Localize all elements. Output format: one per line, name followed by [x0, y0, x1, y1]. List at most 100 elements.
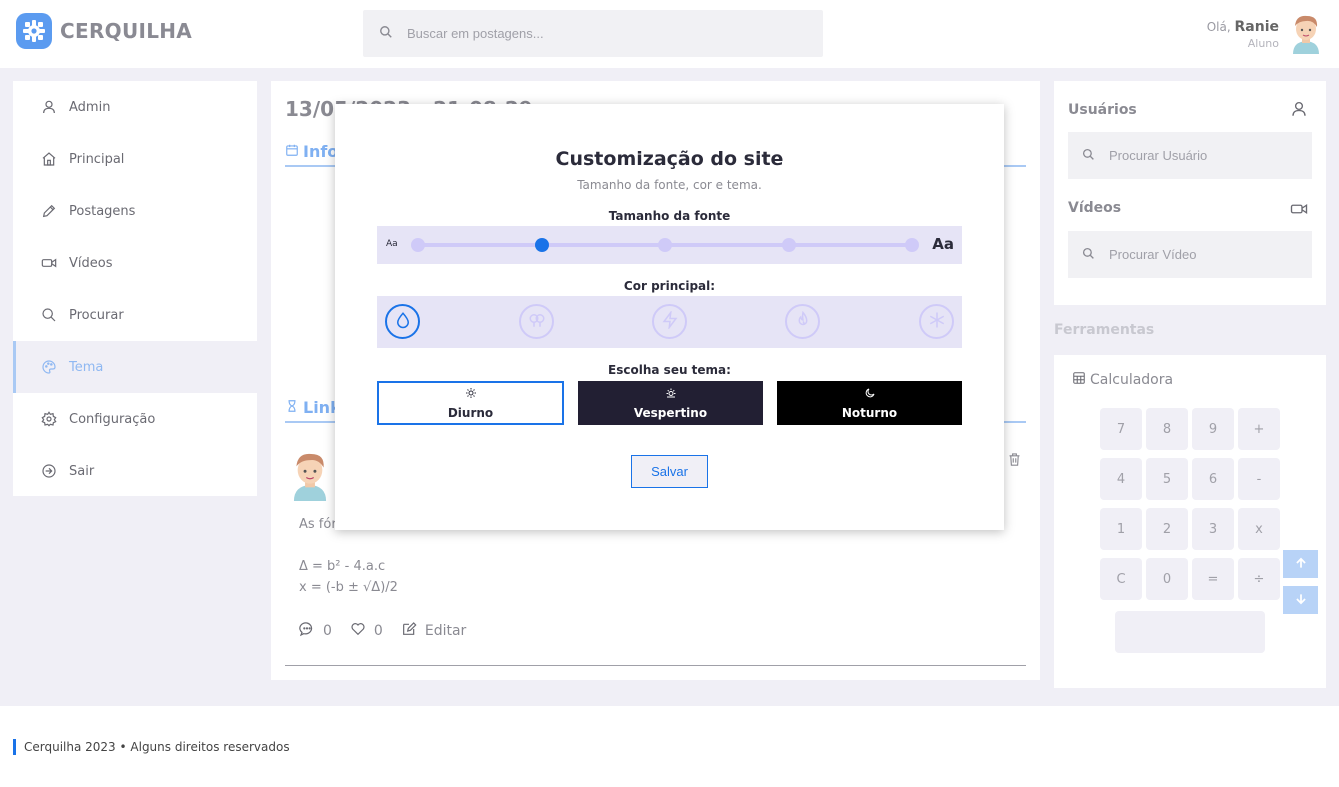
fire-icon [794, 310, 812, 333]
post-search-input[interactable] [407, 26, 787, 41]
calculator-key[interactable]: 4 [1100, 458, 1142, 500]
font-size-big-label: Aa [932, 235, 954, 253]
moon-icon [864, 387, 876, 402]
footer-text: Cerquilha 2023 • Alguns direitos reserva… [24, 740, 290, 754]
hourglass-icon [285, 398, 299, 417]
theme-label: Escolha seu tema: [608, 363, 731, 377]
like-button[interactable]: 0 [350, 621, 383, 641]
font-size-step[interactable] [658, 238, 672, 252]
brand-name: CERQUILHA [60, 19, 193, 43]
users-title: Usuários [1068, 102, 1137, 118]
video-search-input[interactable] [1109, 247, 1299, 262]
edit-post-button[interactable]: Editar [401, 621, 466, 641]
video-icon [41, 255, 57, 271]
scroll-down-button[interactable] [1283, 586, 1318, 614]
font-size-slider[interactable]: Aa Aa [377, 226, 962, 264]
sidebar-item-label: Sair [69, 463, 95, 479]
calculator-key[interactable]: - [1238, 458, 1280, 500]
sidebar-item-sair[interactable]: Sair [13, 445, 257, 497]
calculator-key[interactable]: 5 [1146, 458, 1188, 500]
calculator-key[interactable]: + [1238, 408, 1280, 450]
gear-icon [41, 411, 57, 427]
font-size-label: Tamanho da fonte [608, 209, 731, 223]
theme-diurno-button[interactable]: Diurno [377, 381, 564, 425]
tools-title: Ferramentas [1054, 322, 1155, 338]
color-option-tree[interactable] [519, 304, 554, 339]
greeting-text: Olá, [1206, 20, 1231, 35]
search-icon [379, 24, 393, 43]
calculator-key[interactable]: 0 [1146, 558, 1188, 600]
color-option-fire[interactable] [785, 304, 820, 339]
delete-post-button[interactable] [1007, 452, 1022, 471]
post-divider [285, 665, 1026, 666]
sun-icon [465, 387, 477, 402]
user-search-input[interactable] [1109, 148, 1299, 163]
calendar-icon [285, 142, 299, 161]
palette-icon [41, 359, 57, 375]
footer: Cerquilha 2023 • Alguns direitos reserva… [13, 739, 290, 755]
avatar[interactable] [289, 449, 331, 505]
brand-logo[interactable]: CERQUILHA [16, 13, 192, 49]
right-panel-search: Usuários Vídeos [1054, 81, 1326, 305]
font-size-step[interactable] [905, 238, 919, 252]
calculator-key[interactable]: x [1238, 508, 1280, 550]
sidebar-item-principal[interactable]: Principal [13, 133, 257, 185]
user-role: Aluno [1247, 37, 1279, 51]
modal-title: Customização do site [555, 148, 784, 170]
theme-diurno-label: Diurno [447, 405, 494, 420]
calculator-display[interactable] [1115, 611, 1265, 653]
modal-subtitle: Tamanho da fonte, cor e tema. [577, 178, 762, 192]
sidebar-item-admin[interactable]: Admin [13, 81, 257, 133]
sidebar-item-label: Tema [69, 359, 104, 375]
likes-count: 0 [373, 623, 383, 639]
calculator-header: Calculadora [1072, 371, 1173, 389]
videos-title: Vídeos [1068, 200, 1122, 216]
avatar[interactable] [1289, 12, 1323, 58]
sidebar-item-configuracao[interactable]: Configuração [13, 393, 257, 445]
font-size-step[interactable] [781, 238, 796, 252]
post-line [299, 535, 465, 556]
color-option-water[interactable] [385, 304, 420, 339]
lightning-icon [661, 309, 679, 333]
gear-logo-icon [16, 13, 52, 49]
theme-vespertino-button[interactable]: Vespertino [578, 381, 763, 425]
pencil-icon [41, 203, 57, 219]
font-size-step[interactable] [534, 238, 549, 252]
calculator-key[interactable]: 1 [1100, 508, 1142, 550]
arrow-up-icon [1294, 555, 1308, 574]
calculator-key[interactable]: = [1192, 558, 1234, 600]
user-search-box[interactable] [1068, 132, 1312, 179]
post-actions: 0 0 Editar [299, 621, 466, 641]
color-option-snowflake[interactable] [919, 304, 954, 339]
sidebar-item-label: Procurar [69, 307, 124, 323]
post-line: Δ = b² - 4.a.c [299, 559, 386, 574]
font-size-step[interactable] [411, 238, 425, 252]
save-button[interactable]: Salvar [631, 455, 708, 488]
user-profile[interactable]: Olá, Ranie Aluno [1207, 12, 1323, 58]
post-search-box[interactable] [363, 10, 823, 57]
post-line: x = (-b ± √Δ)/2 [299, 580, 398, 595]
calculator-icon [1072, 371, 1086, 389]
theme-vespertino-label: Vespertino [633, 405, 708, 420]
sidebar-item-procurar[interactable]: Procurar [13, 289, 257, 341]
calculator-key[interactable]: 8 [1146, 408, 1188, 450]
sidebar-item-videos[interactable]: Vídeos [13, 237, 257, 289]
sidebar-item-postagens[interactable]: Postagens [13, 185, 257, 237]
video-search-box[interactable] [1068, 231, 1312, 278]
arrow-down-icon [1294, 591, 1308, 610]
calculator-key[interactable]: 7 [1100, 408, 1142, 450]
top-header: CERQUILHA Olá, Ranie Aluno [0, 0, 1339, 68]
sidebar-item-tema[interactable]: Tema [13, 341, 257, 393]
theme-noturno-button[interactable]: Noturno [777, 381, 962, 425]
calculator-key[interactable]: 6 [1192, 458, 1234, 500]
calculator-key[interactable]: 9 [1192, 408, 1234, 450]
calculator-key[interactable]: 2 [1146, 508, 1188, 550]
user-greeting: Olá, Ranie [1207, 18, 1279, 37]
font-size-small-label: Aa [386, 239, 398, 249]
calculator-key[interactable]: C [1100, 558, 1142, 600]
color-option-lightning[interactable] [652, 304, 687, 339]
scroll-up-button[interactable] [1283, 550, 1318, 578]
calculator-key[interactable]: 3 [1192, 508, 1234, 550]
comments-button[interactable]: 0 [299, 621, 332, 641]
calculator-key[interactable]: ÷ [1238, 558, 1280, 600]
